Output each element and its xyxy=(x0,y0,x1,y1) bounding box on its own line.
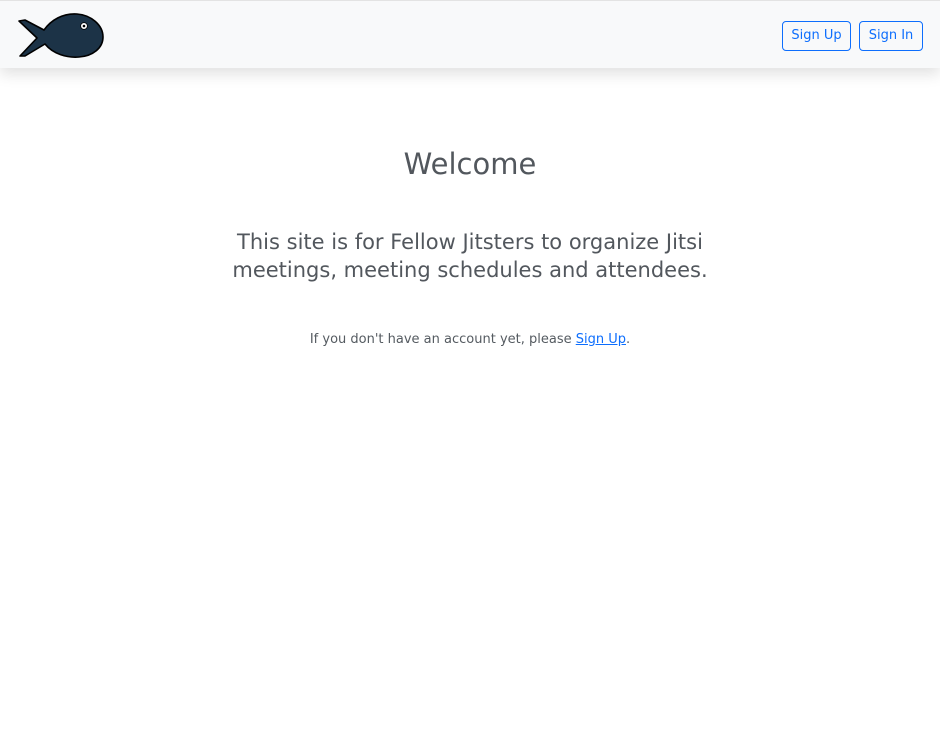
sign-up-button[interactable]: Sign Up xyxy=(782,21,851,51)
fish-icon[interactable] xyxy=(17,12,105,60)
page-title: Welcome xyxy=(403,147,537,181)
signup-prompt-suffix: . xyxy=(626,332,631,347)
signup-prompt: If you don't have an account yet, please… xyxy=(0,330,940,350)
site-description: This site is for Fellow Jitsters to orga… xyxy=(232,230,708,282)
sign-in-button[interactable]: Sign In xyxy=(859,21,923,51)
signup-prompt-text: If you don't have an account yet, please xyxy=(309,332,576,347)
top-navbar: Sign Up Sign In xyxy=(0,0,940,68)
sign-up-link[interactable]: Sign Up xyxy=(576,332,626,347)
